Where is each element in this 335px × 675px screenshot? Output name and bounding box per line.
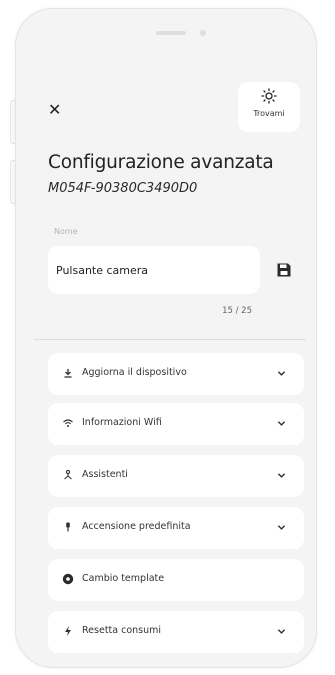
menu-item-label: Assistenti <box>82 469 128 480</box>
name-field-label: Nome <box>54 227 78 236</box>
power-default-icon <box>66 522 70 532</box>
chevron-down-icon <box>277 525 286 530</box>
menu-item-label: Accensione predefinita <box>82 521 191 532</box>
menu-item-default-power[interactable]: Accensione predefinita <box>48 507 304 549</box>
menu-item-wifi-info[interactable]: Informazioni Wifi <box>48 403 304 445</box>
assistant-icon <box>64 469 72 480</box>
find-me-label: Trovami <box>253 109 285 118</box>
save-icon[interactable] <box>276 262 292 278</box>
wifi-icon <box>63 419 73 427</box>
section-divider <box>34 339 306 340</box>
device-serial: M054F-90380C3490D0 <box>48 181 198 196</box>
phone-camera <box>200 30 206 36</box>
name-char-counter: 15 / 25 <box>222 306 252 316</box>
menu-item-label: Informazioni Wifi <box>82 417 162 428</box>
menu-item-label: Aggiorna il dispositivo <box>82 367 187 378</box>
download-icon <box>64 369 72 378</box>
menu-item-change-template[interactable]: Cambio template <box>48 559 304 601</box>
find-me-button[interactable]: Trovami <box>238 82 300 132</box>
menu-item-label: Resetta consumi <box>82 625 162 636</box>
lightning-icon <box>65 626 71 636</box>
sun-icon <box>261 88 277 104</box>
chevron-down-icon <box>277 421 286 426</box>
chevron-down-icon <box>277 371 286 376</box>
menu-item-update-device[interactable]: Aggiorna il dispositivo <box>48 353 304 395</box>
menu-item-reset-consumption[interactable]: Resetta consumi <box>48 611 304 653</box>
chevron-down-icon <box>277 629 286 634</box>
page-title: Configurazione avanzata <box>48 152 274 173</box>
device-name-input[interactable] <box>48 246 260 294</box>
template-icon <box>62 573 74 585</box>
menu-item-label: Cambio template <box>82 573 165 584</box>
phone-speaker <box>156 31 186 35</box>
close-button[interactable]: ✕ <box>48 102 61 118</box>
chevron-down-icon <box>277 473 286 478</box>
menu-item-assistants[interactable]: Assistenti <box>48 455 304 497</box>
